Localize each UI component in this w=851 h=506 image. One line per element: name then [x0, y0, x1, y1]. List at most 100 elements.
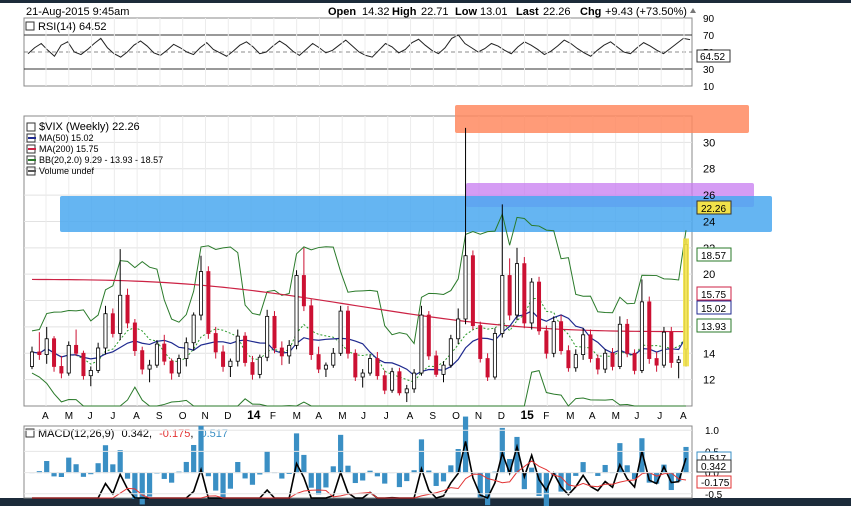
candle-body	[162, 343, 167, 362]
candle-body	[103, 313, 108, 349]
candle-body	[140, 350, 145, 370]
macd-histogram-bar	[448, 465, 454, 474]
bb-lower-line	[31, 370, 686, 407]
candle-body	[118, 294, 123, 334]
candle-body	[382, 375, 387, 391]
candle-body	[52, 338, 57, 367]
candle-body	[257, 356, 262, 375]
price-tick-label: 30	[703, 137, 715, 149]
header-date: 21-Aug-2015 9:45am	[26, 6, 129, 18]
candle-body	[551, 321, 556, 354]
candle-body	[603, 352, 608, 370]
x-tick-label: J	[88, 411, 93, 422]
macd-histogram-bar	[146, 472, 153, 497]
highlight-blue-band	[60, 196, 772, 232]
candle-body	[169, 360, 174, 374]
candle-body	[110, 313, 115, 334]
candle-body	[544, 330, 549, 354]
price-tag-text: 13.93	[701, 322, 726, 333]
candle-body	[184, 342, 189, 359]
candle-body	[522, 263, 527, 324]
candle-body	[81, 352, 86, 377]
legend-label: $VIX (Weekly) 22.26	[39, 121, 140, 133]
candle-body	[228, 360, 233, 367]
candle-body	[338, 310, 343, 354]
rsi-label: RSI(14) 64.52	[38, 21, 106, 33]
candle-body	[88, 370, 93, 377]
header-high-value: 22.71	[421, 6, 449, 18]
macd-histogram-bar	[624, 465, 630, 474]
candle-body	[345, 310, 350, 354]
candle-body	[676, 359, 681, 363]
candle-body	[154, 343, 159, 366]
macd-histogram-bar	[213, 472, 219, 491]
candle-body	[654, 358, 659, 366]
rsi-tick-label: 30	[703, 65, 715, 76]
macd-histogram-bar	[51, 472, 57, 477]
price-tag-text: 15.02	[701, 304, 726, 315]
macd-histogram-bar	[205, 472, 211, 477]
legend-collapse-icon[interactable]	[26, 122, 36, 132]
candle-body	[537, 281, 542, 332]
x-tick-label: J	[657, 411, 662, 422]
candle-body	[492, 333, 497, 378]
x-tick-label: M	[293, 411, 301, 422]
macd-histogram-bar	[308, 472, 314, 488]
x-tick-label: O	[452, 411, 460, 422]
candle-body	[368, 358, 373, 374]
macd-histogram-bar	[191, 444, 197, 474]
rsi-collapse-icon[interactable]	[25, 21, 35, 31]
macd-histogram-bar	[80, 472, 87, 477]
candle-body	[588, 334, 593, 359]
macd-histogram-bar	[110, 464, 116, 474]
macd-histogram-bar	[95, 463, 101, 474]
candle-body	[647, 301, 652, 359]
x-tick-label: S	[429, 411, 436, 422]
x-tick-label: M	[612, 411, 620, 422]
macd-histogram-bar	[315, 472, 322, 495]
macd-histogram-bar	[139, 472, 145, 505]
macd-histogram-bar	[338, 434, 344, 474]
candle-body	[419, 314, 424, 374]
candle-body	[456, 318, 461, 340]
candle-body	[96, 347, 101, 371]
candle-body	[37, 351, 42, 355]
ma50-line	[31, 310, 687, 377]
candle-body	[412, 372, 417, 390]
x-tick-label: A	[589, 411, 596, 422]
macd-histogram-bar	[455, 449, 461, 474]
x-tick-label: 15	[521, 408, 535, 422]
candle-body	[309, 305, 314, 355]
candle-body	[360, 372, 365, 378]
legend-label: Volume undef	[39, 166, 95, 176]
stock-chart-window: 21-Aug-2015 9:45am Open 14.32 High 22.71…	[0, 0, 851, 506]
macd-histogram-bar	[396, 472, 403, 488]
candle-body	[132, 322, 137, 352]
x-tick-label: D	[498, 411, 505, 422]
candle-body	[294, 275, 299, 346]
price-tick-label: 20	[703, 269, 715, 281]
candle-body	[59, 366, 64, 374]
sort-up-icon	[690, 8, 696, 13]
macd-histogram-bar	[565, 472, 572, 491]
ma200-line	[31, 278, 687, 333]
candle-body	[353, 352, 358, 378]
bb-upper-line	[31, 212, 687, 345]
candle-body	[610, 352, 615, 367]
x-tick-label: A	[407, 411, 414, 422]
price-tag-text: 18.57	[701, 251, 726, 262]
rsi-tick-label: 70	[703, 31, 715, 42]
x-tick-label: N	[202, 411, 209, 422]
candle-body	[478, 325, 483, 359]
candle-body	[426, 314, 431, 357]
macd-histogram-bar	[198, 425, 204, 474]
candle-body	[250, 362, 255, 375]
macd-histogram-bar	[404, 472, 410, 482]
candle-body	[147, 364, 152, 370]
candle-body	[279, 347, 284, 357]
highlight-orange-band	[455, 105, 749, 133]
candle-body	[617, 323, 622, 367]
candle-body	[463, 255, 468, 320]
macd-histogram-bar	[117, 450, 123, 474]
price-tick-label: 26	[703, 190, 715, 202]
